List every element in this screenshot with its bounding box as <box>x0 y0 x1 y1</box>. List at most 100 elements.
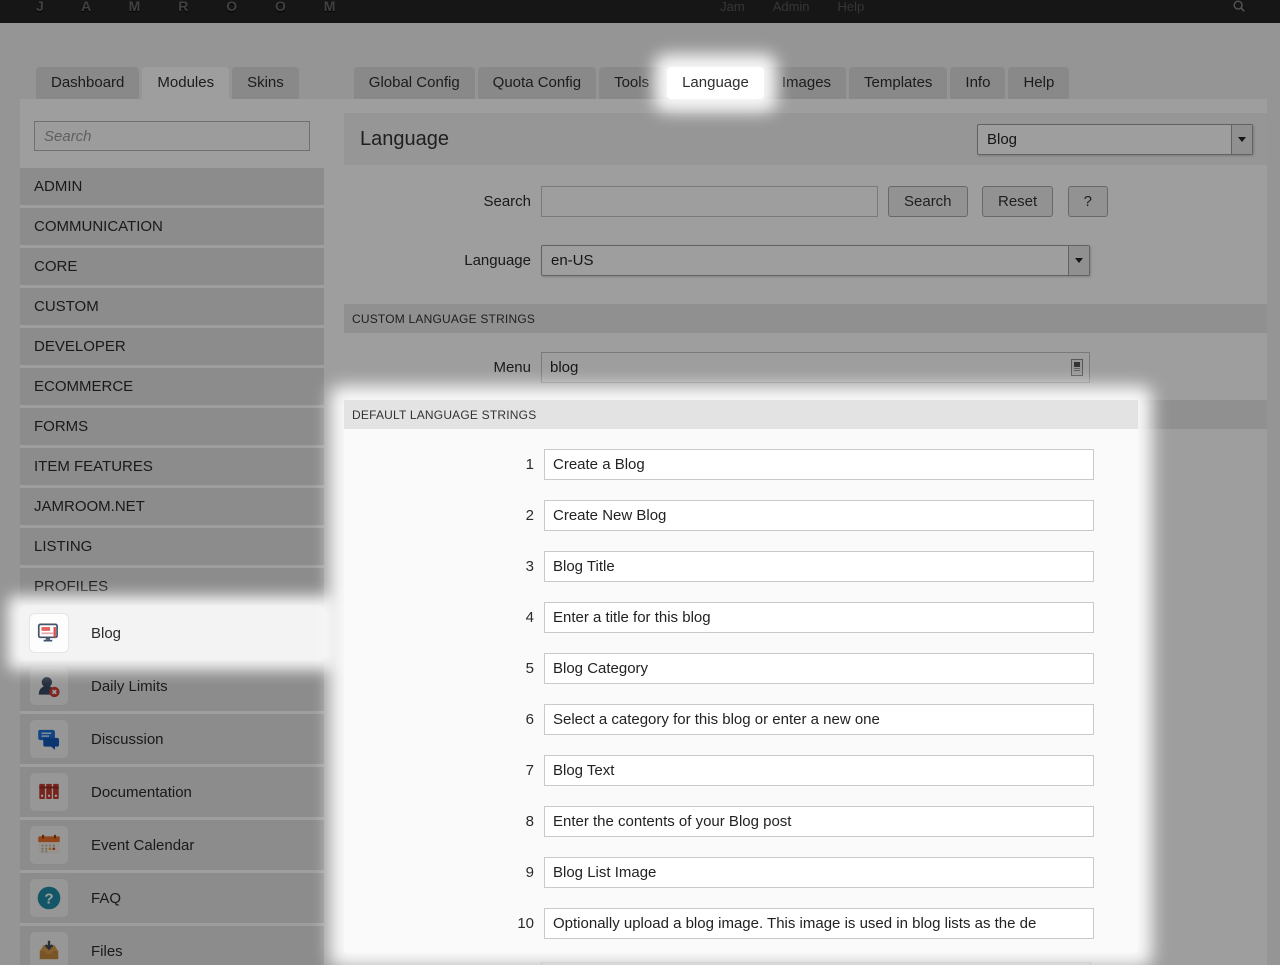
tab-images[interactable]: Images <box>766 67 847 99</box>
language-string-input[interactable] <box>544 449 1094 480</box>
language-string-input[interactable] <box>544 755 1094 786</box>
module-label: Files <box>91 942 123 960</box>
sidebar-category-jamroom-net[interactable]: JAMROOM.NET <box>20 488 324 525</box>
primary-tabs: Dashboard Modules Skins <box>36 67 299 99</box>
language-string-input[interactable] <box>544 704 1094 735</box>
top-nav-item-help[interactable]: Help <box>838 0 865 14</box>
language-string-input[interactable] <box>544 806 1094 837</box>
chevron-down-icon[interactable] <box>1068 246 1089 275</box>
tab-templates[interactable]: Templates <box>849 67 948 99</box>
category-label: JAMROOM.NET <box>34 498 145 515</box>
sidebar-module-daily-limits[interactable]: Daily Limits <box>20 661 324 711</box>
sidebar-category-item-features[interactable]: ITEM FEATURES <box>20 448 324 485</box>
blog-icon <box>29 613 69 653</box>
tab-label: Info <box>965 74 991 91</box>
string-number: 9 <box>525 864 534 881</box>
language-string-row: 10 <box>344 908 1138 939</box>
module-label: FAQ <box>91 889 122 907</box>
category-label: ECOMMERCE <box>34 378 134 395</box>
module-sidebar: ADMIN COMMUNICATION CORE CUSTOM DEVELOPE… <box>20 113 324 965</box>
tab-label: Modules <box>157 74 215 91</box>
category-label: COMMUNICATION <box>34 218 163 235</box>
module-tabs: Global Config Quota Config Tools Languag… <box>353 67 1070 99</box>
language-string-row: 3 <box>344 551 1138 582</box>
tab-label: Tools <box>614 74 650 91</box>
sidebar-module-blog[interactable]: Blog <box>20 608 324 658</box>
language-string-input[interactable] <box>544 908 1094 939</box>
sidebar-category-ecommerce[interactable]: ECOMMERCE <box>20 368 324 405</box>
language-string-input[interactable] <box>544 653 1094 684</box>
sidebar-module-documentation[interactable]: Documentation <box>20 767 324 817</box>
sidebar-category-profiles[interactable]: PROFILES <box>20 568 324 605</box>
language-string-input[interactable] <box>544 602 1094 633</box>
category-label: CORE <box>34 258 78 275</box>
menu-input[interactable] <box>541 352 1090 383</box>
language-string-row: 8 <box>344 806 1138 837</box>
tab-help[interactable]: Help <box>1008 67 1070 99</box>
tab-quota-config[interactable]: Quota Config <box>477 67 597 99</box>
button-reset[interactable]: Reset <box>981 186 1054 217</box>
language-string-row: 6 <box>344 704 1138 735</box>
category-label: PROFILES <box>34 578 109 595</box>
default-strings-header-continuation <box>1138 400 1267 429</box>
button-[interactable]: ? <box>1067 186 1108 217</box>
category-label: ITEM FEATURES <box>34 458 153 475</box>
sidebar-module-event-calendar[interactable]: Event Calendar <box>20 820 324 870</box>
category-label: CUSTOM <box>34 298 99 315</box>
sidebar-category-developer[interactable]: DEVELOPER <box>20 328 324 365</box>
tab-language[interactable]: Language <box>667 67 764 99</box>
tab-label: Skins <box>247 74 284 91</box>
sidebar-category-listing[interactable]: LISTING <box>20 528 324 565</box>
sidebar-category-core[interactable]: CORE <box>20 248 324 285</box>
tab-info[interactable]: Info <box>950 67 1006 99</box>
module-select[interactable]: Blog <box>977 123 1253 155</box>
language-string-row: 9 <box>344 857 1138 888</box>
jamroom-logo: J A M R O O M <box>36 0 353 14</box>
chevron-down-icon[interactable] <box>1231 124 1252 154</box>
string-number: 10 <box>517 915 534 932</box>
sidebar-category-admin[interactable]: ADMIN <box>20 168 324 205</box>
tab-tools[interactable]: Tools <box>599 67 665 99</box>
tab-label: Language <box>682 74 749 91</box>
sidebar-category-communication[interactable]: COMMUNICATION <box>20 208 324 245</box>
module-label: Discussion <box>91 730 164 748</box>
language-select[interactable]: en-US <box>541 245 1090 276</box>
search-label: Search <box>483 193 531 210</box>
sidebar-module-files[interactable]: Files <box>20 926 324 965</box>
language-string-row: 7 <box>344 755 1138 786</box>
string-number: 1 <box>525 456 534 473</box>
string-number: 7 <box>525 762 534 779</box>
string-number: 5 <box>525 660 534 677</box>
language-string-input[interactable] <box>544 500 1094 531</box>
custom-strings-header: CUSTOM LANGUAGE STRINGS <box>344 304 1267 333</box>
tab-skins[interactable]: Skins <box>232 67 299 99</box>
language-string-input[interactable] <box>544 551 1094 582</box>
category-label: LISTING <box>34 538 93 555</box>
button-search[interactable]: Search <box>888 186 968 217</box>
top-nav-item-jam[interactable]: Jam <box>720 0 745 14</box>
sidebar-search-input[interactable] <box>34 121 310 151</box>
sidebar-category-custom[interactable]: CUSTOM <box>20 288 324 325</box>
default-strings-rows: 1 2 3 <box>344 449 1138 939</box>
category-label: DEVELOPER <box>34 338 126 355</box>
tab-dashboard[interactable]: Dashboard <box>36 67 140 99</box>
string-number: 3 <box>525 558 534 575</box>
search-input[interactable] <box>541 186 878 217</box>
tab-global-config[interactable]: Global Config <box>353 67 475 99</box>
top-nav: Jam Admin Help <box>720 0 864 14</box>
documentation-icon <box>29 772 69 812</box>
category-label: FORMS <box>34 418 89 435</box>
module-select-value: Blog <box>987 130 1018 148</box>
sidebar-module-discussion[interactable]: Discussion <box>20 714 324 764</box>
category-label: ADMIN <box>34 178 83 195</box>
top-nav-item-admin[interactable]: Admin <box>773 0 810 14</box>
sidebar-category-forms[interactable]: FORMS <box>20 408 324 445</box>
language-string-input[interactable] <box>544 857 1094 888</box>
default-strings-header: DEFAULT LANGUAGE STRINGS <box>344 400 1138 429</box>
tab-modules[interactable]: Modules <box>142 67 230 99</box>
menu-input-dropdown-icon[interactable] <box>1071 359 1083 376</box>
search-icon[interactable] <box>1232 0 1246 13</box>
files-icon <box>29 931 69 965</box>
sidebar-module-faq[interactable]: ? FAQ <box>20 873 324 923</box>
language-string-row: 2 <box>344 500 1138 531</box>
